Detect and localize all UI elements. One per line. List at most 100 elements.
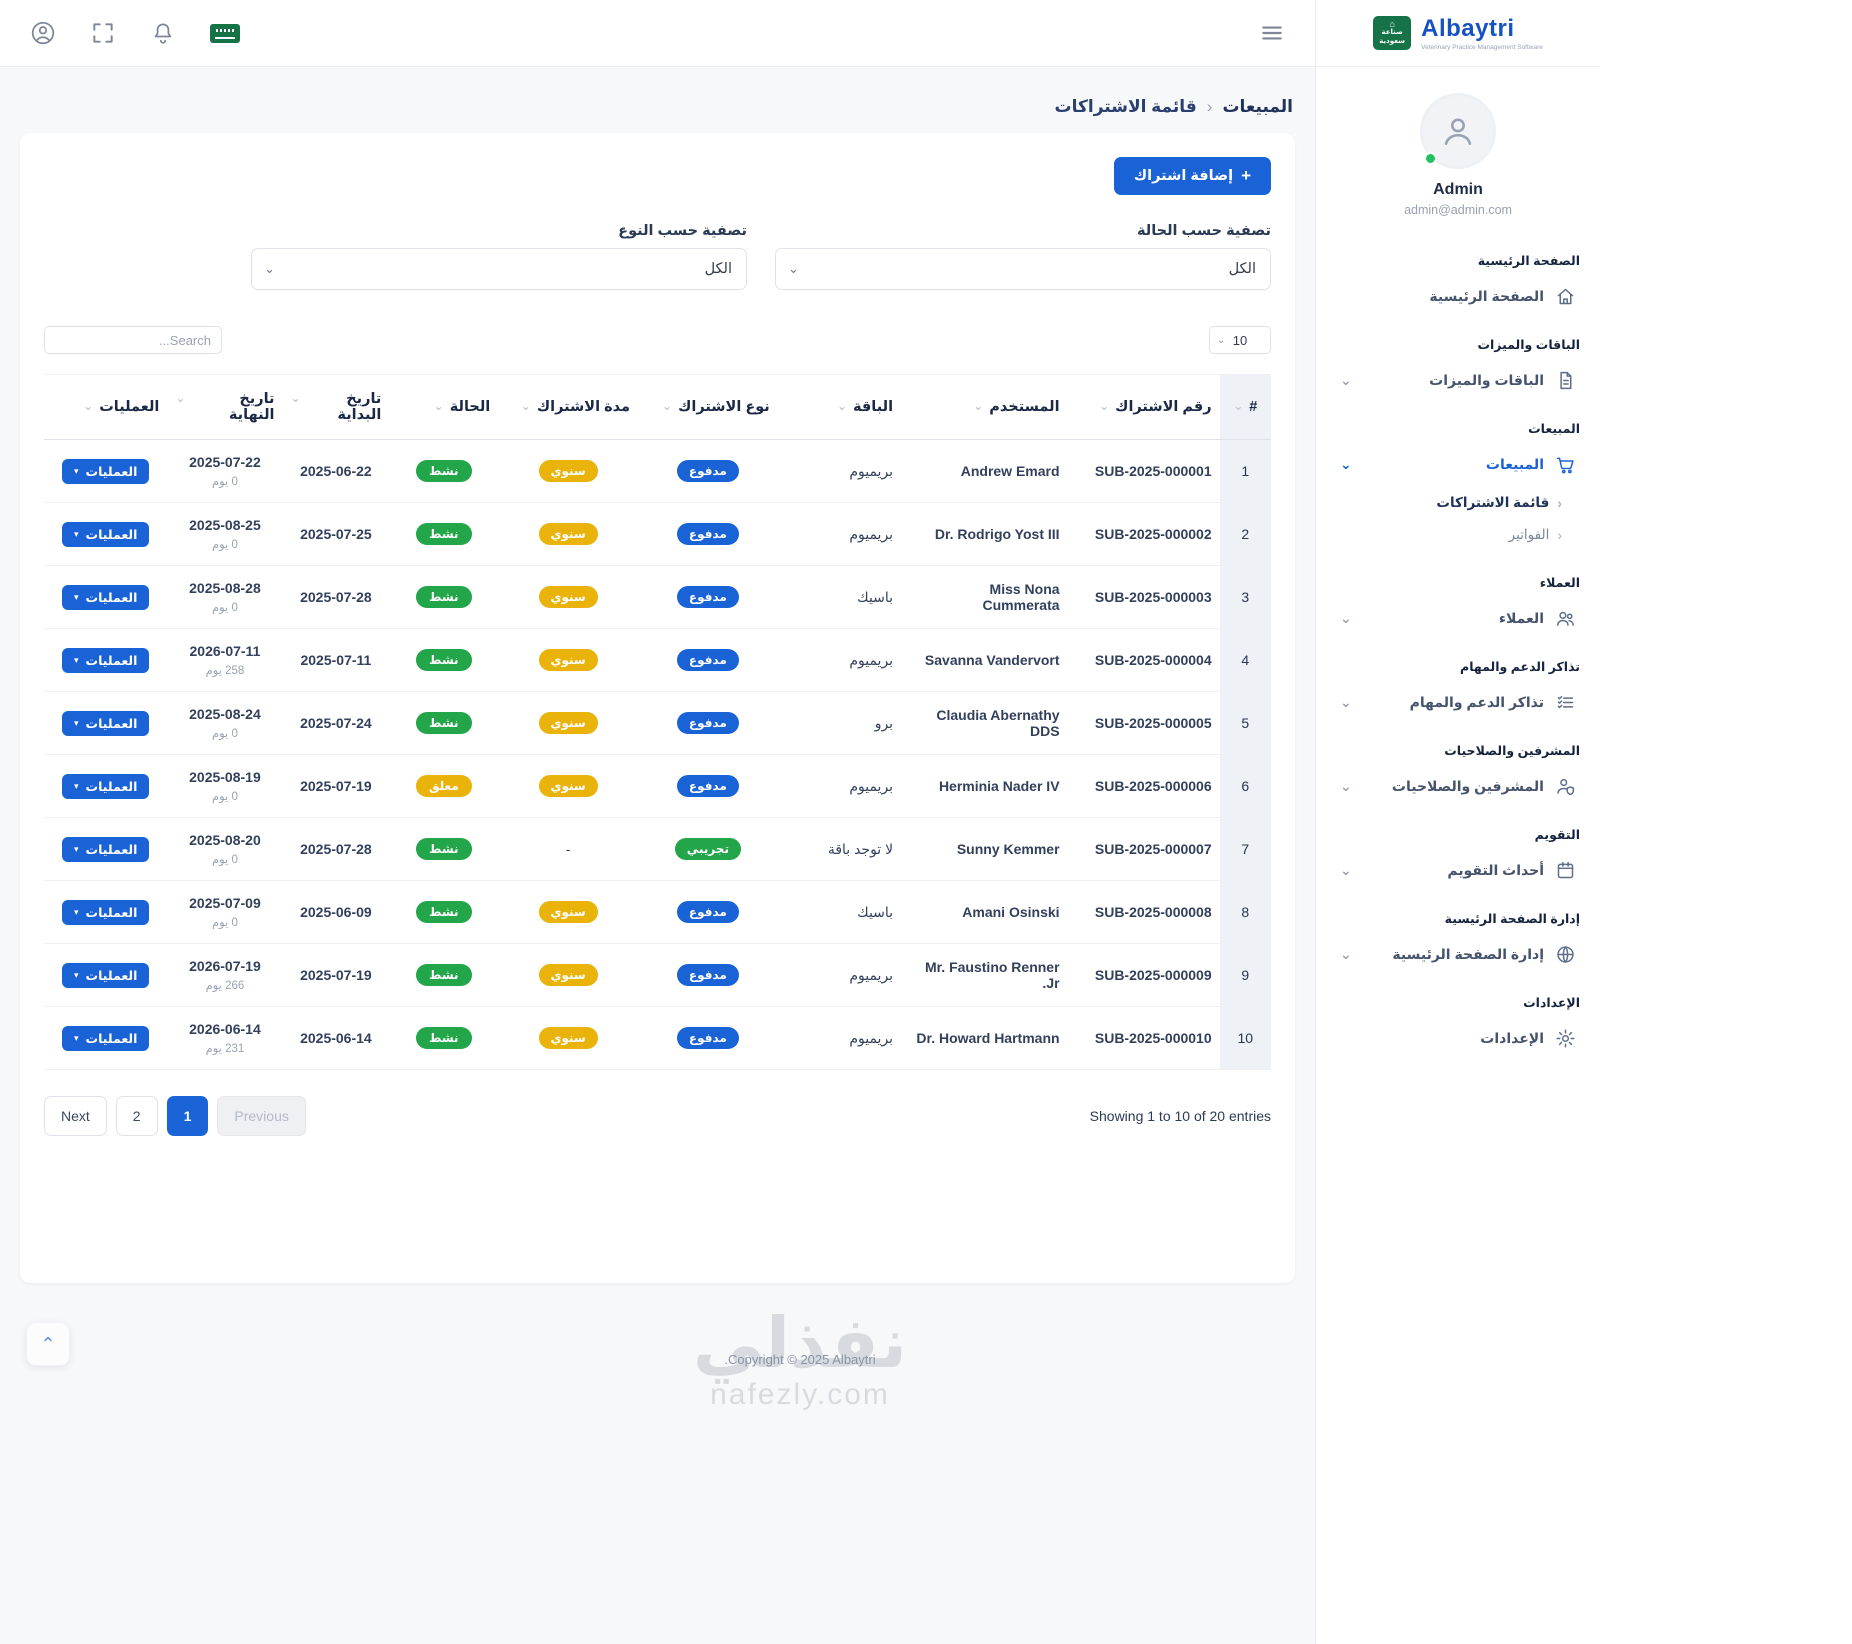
nav-section: الصفحة الرئيسية الصفحة الرئيسية [1336,253,1580,317]
sort-icon: ⌄ [662,399,673,413]
start-date: 2025-07-19 [282,943,390,1007]
subscription-duration-badge: سنوي [538,712,598,734]
sidebar-item-label: أحداث التقويم [1447,862,1544,878]
sidebar-item-tasks[interactable]: تذاكر الدعم والمهام ⌄ [1336,682,1580,723]
status-badge: نشط [415,901,472,923]
column-label: المستخدم [989,399,1060,415]
end-date: 2025-08-20 [189,832,261,848]
column-header[interactable]: تاريخ البداية ⌄ [282,374,390,440]
column-header[interactable]: تاريخ النهاية ⌄ [167,374,283,440]
package-name: بريميوم [777,502,902,566]
table-row: 6 SUB-2025-000006 Herminia Nader IV بريميوم… [44,754,1271,818]
page-size-select[interactable]: 10 ⌄ [1209,326,1271,354]
row-actions-button[interactable]: العمليات ▾ [61,773,150,799]
page-button-2[interactable]: 2 [115,1096,158,1136]
sort-icon: ⌄ [836,399,847,413]
start-date: 2025-07-11 [282,628,390,692]
menu-icon[interactable] [1259,20,1285,46]
breadcrumb-parent[interactable]: المبيعات [1222,97,1293,117]
remaining-days: 0 يوم [212,854,238,866]
sidebar-subitem[interactable]: ‹ الفواتير [1336,519,1566,551]
row-actions-button[interactable]: العمليات ▾ [61,458,150,484]
row-actions-button[interactable]: العمليات ▾ [61,647,150,673]
sort-icon: ⌄ [175,391,186,405]
table-row: 3 SUB-2025-000003 Miss Nona Cummerata باسيك… [44,565,1271,629]
start-date: 2025-07-28 [282,817,390,881]
sidebar-item-label: الصفحة الرئيسية [1429,288,1544,304]
remaining-days: 0 يوم [212,917,238,929]
start-date: 2025-07-25 [282,502,390,566]
chevron-down-icon: ▾ [73,843,79,854]
row-actions-button[interactable]: العمليات ▾ [61,710,150,736]
column-header[interactable]: نوع الاشتراك ⌄ [638,374,778,440]
users-icon [1555,608,1576,629]
subscription-type-badge: مدفوع [676,460,739,482]
next-page-button[interactable]: Next [44,1096,107,1136]
sidebar-item-users[interactable]: العملاء ⌄ [1336,598,1580,639]
sidebar-subitem-label: قائمة الاشتراكات [1436,495,1550,510]
user-name: Savanna Vandervort [901,628,1068,692]
previous-page-button[interactable]: Previous [217,1096,306,1136]
row-actions-button[interactable]: العمليات ▾ [61,899,150,925]
column-header[interactable]: الباقة ⌄ [777,374,902,440]
column-header[interactable]: العمليات ⌄ [44,374,168,440]
type-filter-value: الكل [704,261,732,277]
remaining-days: 258 يوم [205,665,245,677]
user-icon[interactable] [30,20,56,46]
subscription-type-badge: مدفوع [676,523,739,545]
sidebar-item-home[interactable]: الصفحة الرئيسية [1336,276,1580,317]
subscription-id: SUB-2025-000006 [1067,754,1220,818]
add-subscription-button[interactable]: + إضافة اشتراك [1113,157,1271,195]
type-filter-select[interactable]: الكل ⌄ [251,248,747,290]
fullscreen-icon[interactable] [90,20,116,46]
package-name: باسيك [777,565,902,629]
subscription-id: SUB-2025-000005 [1067,691,1220,755]
column-header[interactable]: المستخدم ⌄ [901,374,1068,440]
row-actions-button[interactable]: العمليات ▾ [61,962,150,988]
sidebar-subitem[interactable]: ‹ قائمة الاشتراكات [1336,487,1566,519]
cart-icon [1555,454,1576,475]
column-header[interactable]: الحالة ⌄ [389,374,499,440]
subscription-duration-badge: سنوي [538,964,598,986]
sidebar-item-calendar[interactable]: أحداث التقويم ⌄ [1336,850,1580,891]
page-button-1[interactable]: 1 [166,1096,209,1136]
search-input[interactable] [44,326,222,354]
sidebar-item-gear[interactable]: الإعدادات [1336,1018,1580,1059]
page-size-value: 10 [1232,332,1248,348]
sidebar-item-admins[interactable]: المشرفين والصلاحيات ⌄ [1336,766,1580,807]
row-number: 1 [1219,439,1271,503]
row-actions-button[interactable]: العمليات ▾ [61,584,150,610]
column-header[interactable]: # ⌄ [1219,374,1271,440]
sidebar-item-label: تذاكر الدعم والمهام [1409,694,1544,710]
status-badge: نشط [415,964,472,986]
subscription-duration-badge: سنوي [538,901,598,923]
saudi-flag-icon[interactable] [210,23,240,43]
row-actions-button[interactable]: العمليات ▾ [61,1025,150,1051]
status-filter-value: الكل [1228,261,1256,277]
row-actions-button[interactable]: العمليات ▾ [61,836,150,862]
subscription-id: SUB-2025-000002 [1067,502,1220,566]
user-block: Admin admin@admin.com [1316,67,1600,223]
row-actions-label: العمليات [85,653,138,668]
package-name: باسيك [777,880,902,944]
nav-section-label: تذاكر الدعم والمهام [1460,660,1580,674]
pagination: Next 2 1 Previous [44,1096,306,1136]
brand-logo[interactable]: Albaytri Veterinary Practice Management … [1316,0,1600,67]
user-name: Dr. Howard Hartmann [901,1006,1068,1070]
scroll-top-button[interactable]: ⌃ [26,1322,70,1366]
remaining-days: 0 يوم [212,476,238,488]
column-header[interactable]: رقم الاشتراك ⌄ [1067,374,1220,440]
sidebar-item-document[interactable]: الباقات والميزات ⌄ [1336,360,1580,401]
subscription-id: SUB-2025-000001 [1067,439,1220,503]
row-number: 3 [1219,565,1271,629]
row-actions-button[interactable]: العمليات ▾ [61,521,150,547]
row-number: 5 [1219,691,1271,755]
main-area: المبيعات ‹ قائمة الاشتراكات + إضافة اشتر… [0,0,1315,1644]
column-header[interactable]: مدة الاشتراك ⌄ [498,374,639,440]
chevron-left-icon: ‹ [1557,495,1562,511]
sidebar-item-globe[interactable]: إدارة الصفحة الرئيسية ⌄ [1336,934,1580,975]
sidebar-item-cart[interactable]: المبيعات ⌄ [1336,444,1580,485]
status-filter-select[interactable]: الكل ⌄ [775,248,1271,290]
end-date: 2026-07-11 [189,643,261,659]
bell-icon[interactable] [150,20,176,46]
